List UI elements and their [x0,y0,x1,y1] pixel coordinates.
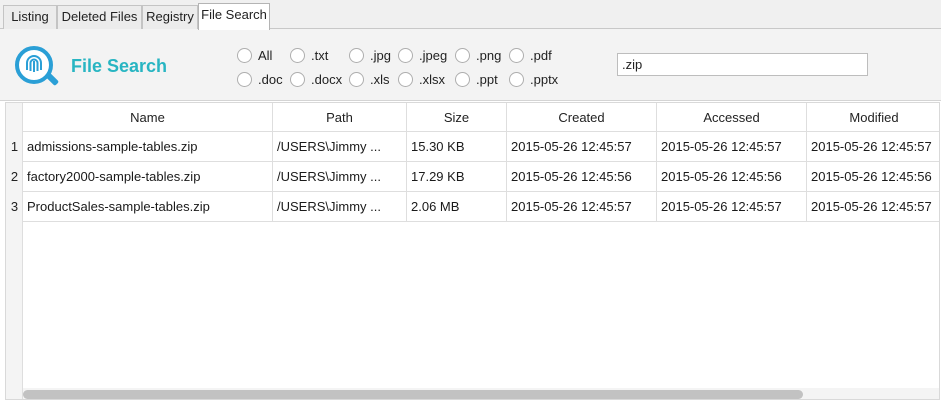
radio-xlsx[interactable] [398,71,413,87]
cell-created: 2015-05-26 12:45:56 [507,162,657,191]
filter-all[interactable]: All [237,46,272,64]
cell-name: admissions-sample-tables.zip [23,132,273,161]
table-row[interactable]: factory2000-sample-tables.zip /USERS\Jim… [23,162,939,192]
radio-all[interactable] [237,47,252,63]
cell-name: factory2000-sample-tables.zip [23,162,273,191]
filter-label: .jpg [370,47,391,63]
results-table: Name Path Size Created Accessed Modified… [5,102,940,400]
cell-name: ProductSales-sample-tables.zip [23,192,273,221]
filter-label: .pdf [530,47,552,63]
filter-label: .txt [311,47,329,63]
horizontal-scrollbar[interactable] [23,388,939,399]
cell-modified: 2015-05-26 12:45:57 [811,139,932,154]
search-input[interactable] [617,53,868,76]
filter-txt[interactable]: .txt [290,46,328,64]
tab-registry[interactable]: Registry [142,5,198,29]
page-title: File Search [71,56,168,76]
radio-pptx[interactable] [509,71,524,87]
column-header-path[interactable]: Path [273,103,407,132]
table-row[interactable]: ProductSales-sample-tables.zip /USERS\Ji… [23,192,939,222]
column-header-created[interactable]: Created [507,103,657,132]
cell-size: 17.29 KB [407,162,507,191]
radio-docx[interactable] [290,71,305,87]
scrollbar-thumb[interactable] [23,390,803,399]
filter-label: .ppt [476,71,498,87]
radio-ppt[interactable] [455,71,470,87]
tab-deleted-files[interactable]: Deleted Files [57,5,142,29]
column-header-accessed[interactable]: Accessed [657,103,807,132]
filter-docx[interactable]: .docx [290,70,342,88]
radio-png[interactable] [455,47,470,63]
cell-size: 2.06 MB [407,192,507,221]
cell-modified: 2015-05-26 12:45:57 [811,199,932,214]
filter-label: .docx [311,71,343,87]
column-header-size[interactable]: Size [407,103,507,132]
cell-created: 2015-05-26 12:45:57 [507,132,657,161]
fingerprint-magnifier-icon [15,46,59,86]
cell-accessed: 2015-05-26 12:45:57 [657,192,807,221]
filter-xls[interactable]: .xls [349,70,390,88]
filter-jpeg[interactable]: .jpeg [398,46,447,64]
filter-label: .xls [370,71,390,87]
filter-ppt[interactable]: .ppt [455,70,498,88]
radio-xls[interactable] [349,71,364,87]
tab-strip: Listing Deleted Files Registry File Sear… [0,0,941,30]
cell-path: /USERS\Jimmy ... [273,192,407,221]
filter-label: All [258,47,273,63]
column-header-name[interactable]: Name [23,103,273,132]
row-number: 2 [10,169,19,184]
row-number: 1 [10,139,19,154]
radio-pdf[interactable] [509,47,524,63]
filter-label: .xlsx [419,71,445,87]
filter-pdf[interactable]: .pdf [509,46,552,64]
filter-png[interactable]: .png [455,46,501,64]
radio-txt[interactable] [290,47,305,63]
radio-doc[interactable] [237,71,252,87]
tab-file-search[interactable]: File Search [198,3,270,30]
filter-jpg[interactable]: .jpg [349,46,391,64]
cell-accessed: 2015-05-26 12:45:57 [657,132,807,161]
table-row[interactable]: admissions-sample-tables.zip /USERS\Jimm… [23,132,939,162]
cell-size: 15.30 KB [407,132,507,161]
filter-label: .jpeg [419,47,448,63]
cell-path: /USERS\Jimmy ... [273,132,407,161]
cell-path: /USERS\Jimmy ... [273,162,407,191]
filter-label: .pptx [530,71,559,87]
row-number: 3 [10,199,19,214]
filter-xlsx[interactable]: .xlsx [398,70,445,88]
filter-doc[interactable]: .doc [237,70,283,88]
cell-accessed: 2015-05-26 12:45:56 [657,162,807,191]
filter-label: .doc [258,71,283,87]
cell-created: 2015-05-26 12:45:57 [507,192,657,221]
radio-jpg[interactable] [349,47,364,63]
tab-listing[interactable]: Listing [3,5,57,29]
radio-jpeg[interactable] [398,47,413,63]
column-header-modified[interactable]: Modified [807,103,939,132]
filter-pptx[interactable]: .pptx [509,70,558,88]
cell-modified: 2015-05-26 12:45:56 [811,169,932,184]
file-search-header: File Search All .txt .jpg .jpeg .png .pd… [0,29,941,101]
filter-label: .png [476,47,502,63]
